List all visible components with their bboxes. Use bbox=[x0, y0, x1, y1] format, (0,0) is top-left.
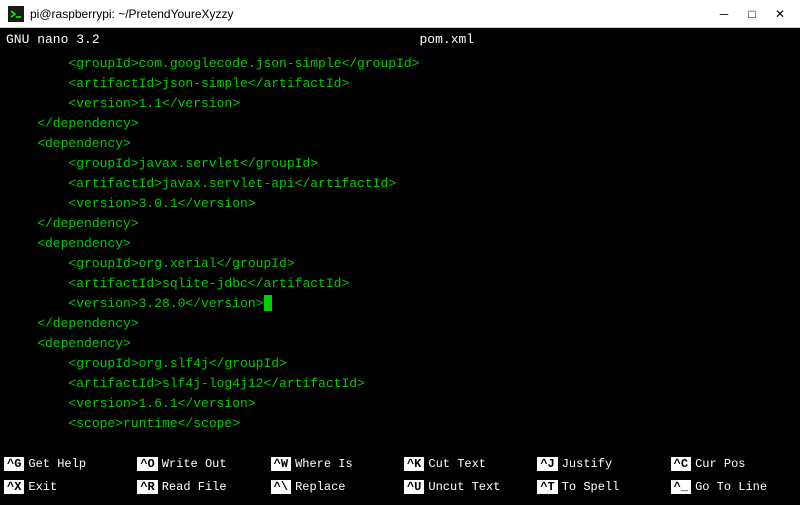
window-controls: ─ □ ✕ bbox=[712, 4, 792, 24]
shortcut-label: Justify bbox=[562, 457, 612, 471]
shortcut-item: ^G Get Help bbox=[0, 452, 133, 475]
shortcut-item: ^J Justify bbox=[533, 452, 666, 475]
shortcut-label: Read File bbox=[162, 480, 227, 494]
shortcut-key: ^C bbox=[671, 457, 691, 471]
editor-line: <version>1.1</version> bbox=[6, 94, 794, 114]
editor-line: <artifactId>slf4j-log4j12</artifactId> bbox=[6, 374, 794, 394]
editor-line: </dependency> bbox=[6, 114, 794, 134]
shortcut-key: ^U bbox=[404, 480, 424, 494]
editor-line: <groupId>org.xerial</groupId> bbox=[6, 254, 794, 274]
shortcut-item: ^\ Replace bbox=[267, 475, 400, 498]
shortcut-label: To Spell bbox=[562, 480, 620, 494]
shortcut-label: Exit bbox=[28, 480, 57, 494]
shortcut-key: ^G bbox=[4, 457, 24, 471]
shortcut-item: ^W Where Is bbox=[267, 452, 400, 475]
editor-line: <version>3.28.0</version> bbox=[6, 294, 794, 314]
editor-line: <dependency> bbox=[6, 334, 794, 354]
close-button[interactable]: ✕ bbox=[768, 4, 792, 24]
shortcut-item: ^C Cur Pos bbox=[667, 452, 800, 475]
shortcut-label: Replace bbox=[295, 480, 345, 494]
shortcut-label: Write Out bbox=[162, 457, 227, 471]
footer-shortcuts: ^G Get Help ^O Write Out ^W Where Is ^K Cut Tex… bbox=[0, 450, 800, 500]
shortcut-item: ^O Write Out bbox=[133, 452, 266, 475]
nano-app-name: GNU nano 3.2 bbox=[6, 32, 100, 47]
shortcut-key: ^O bbox=[137, 457, 157, 471]
editor-line: </dependency> bbox=[6, 214, 794, 234]
shortcut-key: ^X bbox=[4, 480, 24, 494]
editor-line: <version>3.0.1</version> bbox=[6, 194, 794, 214]
editor-line: <version>1.6.1</version> bbox=[6, 394, 794, 414]
shortcut-item: ^_ Go To Line bbox=[667, 475, 800, 498]
shortcut-key: ^J bbox=[537, 457, 557, 471]
editor-line: <dependency> bbox=[6, 134, 794, 154]
shortcut-item: ^U Uncut Text bbox=[400, 475, 533, 498]
title-bar-left: pi@raspberrypi: ~/PretendYoureXyzzy bbox=[8, 6, 234, 22]
minimize-button[interactable]: ─ bbox=[712, 4, 736, 24]
shortcut-label: Get Help bbox=[28, 457, 86, 471]
shortcut-label: Cut Text bbox=[428, 457, 486, 471]
shortcut-label: Where Is bbox=[295, 457, 353, 471]
editor-line: <groupId>org.slf4j</groupId> bbox=[6, 354, 794, 374]
editor-line: <artifactId>json-simple</artifactId> bbox=[6, 74, 794, 94]
shortcut-item: ^K Cut Text bbox=[400, 452, 533, 475]
shortcut-key: ^R bbox=[137, 480, 157, 494]
nano-filename: pom.xml bbox=[420, 32, 475, 47]
title-bar: pi@raspberrypi: ~/PretendYoureXyzzy ─ □ … bbox=[0, 0, 800, 28]
editor-area[interactable]: <groupId>com.googlecode.json-simple</gro… bbox=[0, 50, 800, 450]
nano-header: GNU nano 3.2 pom.xml bbox=[0, 28, 800, 50]
shortcut-key: ^K bbox=[404, 457, 424, 471]
editor-line: </dependency> bbox=[6, 314, 794, 334]
shortcut-label: Uncut Text bbox=[428, 480, 500, 494]
editor-line: <dependency> bbox=[6, 234, 794, 254]
editor-line: <groupId>com.googlecode.json-simple</gro… bbox=[6, 54, 794, 74]
shortcut-key: ^\ bbox=[271, 480, 291, 494]
shortcut-label: Cur Pos bbox=[695, 457, 745, 471]
text-cursor bbox=[264, 295, 272, 311]
editor-line: <scope>runtime</scope> bbox=[6, 414, 794, 434]
shortcut-label: Go To Line bbox=[695, 480, 767, 494]
terminal-icon bbox=[8, 6, 24, 22]
shortcut-key: ^_ bbox=[671, 480, 691, 494]
editor-line: <artifactId>javax.servlet-api</artifactI… bbox=[6, 174, 794, 194]
editor-line: <groupId>javax.servlet</groupId> bbox=[6, 154, 794, 174]
editor-line: <artifactId>sqlite-jdbc</artifactId> bbox=[6, 274, 794, 294]
shortcut-item: ^R Read File bbox=[133, 475, 266, 498]
maximize-button[interactable]: □ bbox=[740, 4, 764, 24]
title-text: pi@raspberrypi: ~/PretendYoureXyzzy bbox=[30, 7, 234, 21]
shortcut-item: ^T To Spell bbox=[533, 475, 666, 498]
shortcut-key: ^W bbox=[271, 457, 291, 471]
shortcut-key: ^T bbox=[537, 480, 557, 494]
shortcut-item: ^X Exit bbox=[0, 475, 133, 498]
